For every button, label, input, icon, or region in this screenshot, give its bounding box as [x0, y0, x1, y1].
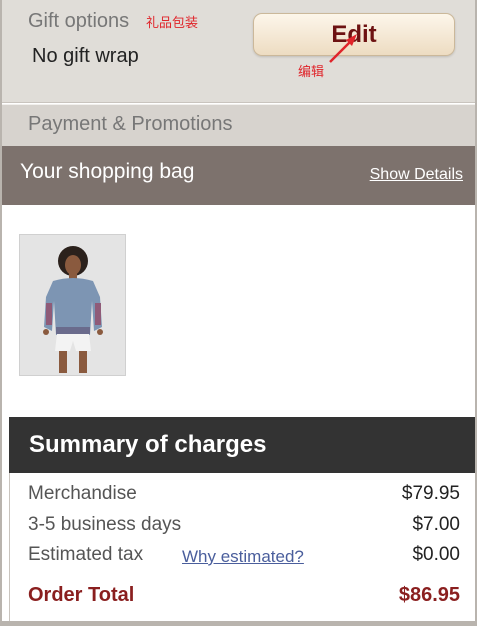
tax-row: Estimated tax Why estimated? $0.00 [28, 544, 460, 570]
tax-amount: $0.00 [412, 544, 460, 565]
order-total-row: Order Total $86.95 [28, 584, 460, 610]
merchandise-row: Merchandise $79.95 [28, 483, 460, 509]
edit-annotation: 编辑 [298, 65, 325, 80]
shopping-bag-items [2, 205, 475, 417]
merchandise-amount: $79.95 [401, 483, 460, 504]
order-total-label: Order Total [28, 584, 135, 606]
why-estimated-link[interactable]: Why estimated? [182, 547, 304, 567]
model-photo-icon [20, 235, 125, 375]
summary-title: Summary of charges [29, 431, 267, 458]
gift-options-section: Gift options 礼品包装 No gift wrap Edit 编辑 [2, 0, 475, 103]
shipping-amount: $7.00 [412, 514, 460, 535]
show-details-link[interactable]: Show Details [370, 166, 463, 184]
product-image[interactable] [19, 234, 126, 376]
summary-header: Summary of charges [9, 417, 475, 473]
summary-of-charges: Merchandise $79.95 3-5 business days $7.… [9, 473, 475, 621]
gift-options-annotation: 礼品包装 [146, 16, 199, 31]
payment-promotions-section[interactable]: Payment & Promotions [2, 104, 475, 146]
shipping-row: 3-5 business days $7.00 [28, 514, 460, 540]
gift-options-title: Gift options [28, 10, 130, 32]
tax-label: Estimated tax [28, 544, 144, 565]
arrow-annotation-icon [329, 34, 357, 63]
shipping-label: 3-5 business days [28, 514, 182, 535]
shopping-bag-title: Your shopping bag [20, 160, 195, 183]
merchandise-label: Merchandise [28, 483, 137, 504]
payment-promotions-label: Payment & Promotions [28, 113, 233, 135]
gift-wrap-value: No gift wrap [32, 45, 139, 67]
order-total-amount: $86.95 [398, 584, 460, 606]
shopping-bag-header: Your shopping bag Show Details [2, 146, 475, 205]
bottom-border [2, 621, 475, 626]
